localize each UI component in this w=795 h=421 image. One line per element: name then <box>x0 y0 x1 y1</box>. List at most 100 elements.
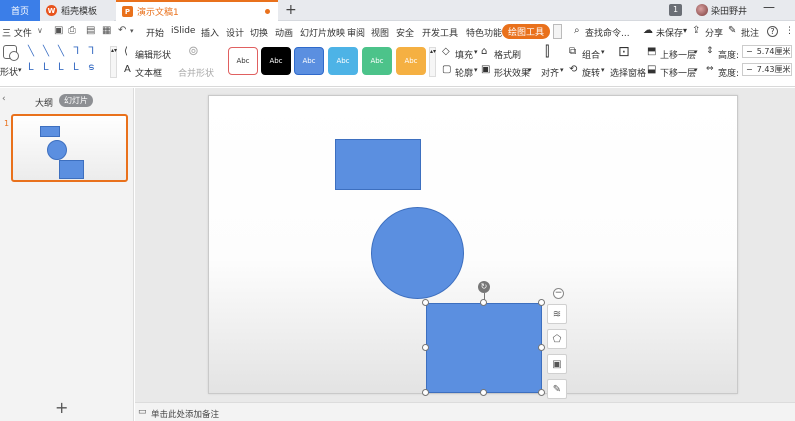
collapse-panel-icon[interactable]: ‹ <box>2 94 6 104</box>
fill-button[interactable]: 填充 <box>455 48 473 61</box>
print-preview-icon[interactable]: ⎙ <box>68 25 76 36</box>
username[interactable]: 染田野井 <box>711 4 747 17</box>
arrow-line-icon[interactable]: ╲ <box>43 46 49 57</box>
align-button[interactable]: 对齐 <box>541 66 559 79</box>
menu-developer[interactable]: 开发工具 <box>422 26 458 39</box>
selection-pane-button[interactable]: 选择窗格 <box>610 66 646 79</box>
search-icon[interactable]: ⌕ <box>574 25 580 36</box>
menu-security[interactable]: 安全 <box>396 26 414 39</box>
fill-dropdown-icon[interactable]: ▾ <box>474 48 478 56</box>
comment-button[interactable]: 批注 <box>741 26 759 39</box>
elbow-double-arrow-icon[interactable]: ᒪ <box>28 62 34 73</box>
menu-slideshow[interactable]: 幻灯片放映 <box>300 26 345 39</box>
shape-style-2[interactable]: Abc <box>261 47 291 75</box>
menu-start[interactable]: 开始 <box>146 26 164 39</box>
resize-handle-nw[interactable] <box>422 299 429 306</box>
export-icon[interactable]: ▦ <box>102 25 111 36</box>
notes-placeholder[interactable]: 单击此处添加备注 <box>151 408 219 420</box>
menu-transition[interactable]: 切换 <box>250 26 268 39</box>
curve-connector-icon[interactable]: ᒪ <box>43 62 49 73</box>
minimize-button[interactable]: — <box>763 0 775 14</box>
resize-handle-n[interactable] <box>480 299 487 306</box>
help-button[interactable]: ? <box>767 26 778 37</box>
curve-double-arrow-icon[interactable]: ᒪ <box>73 62 79 73</box>
width-decrement-icon[interactable]: − <box>746 65 753 74</box>
menu-file[interactable]: 三 文件 <box>2 26 32 39</box>
shape-effect-dropdown-icon[interactable]: ▾ <box>528 66 532 74</box>
print-icon[interactable]: ▤ <box>86 25 95 36</box>
undo-icon[interactable]: ↶ <box>118 25 126 36</box>
menu-features[interactable]: 特色功能 <box>466 26 502 39</box>
shape-style-6[interactable]: Abc <box>396 47 426 75</box>
slide-thumbnail[interactable] <box>11 114 128 182</box>
send-backward-button[interactable]: 下移一层 <box>660 66 696 79</box>
format-painter-button[interactable]: 格式刷 <box>494 48 521 61</box>
collapse-toolbar-icon[interactable]: − <box>553 288 564 299</box>
style-gallery-scroll-icon[interactable]: ▴▾ <box>429 47 436 77</box>
resize-handle-w[interactable] <box>422 344 429 351</box>
shape-style-1[interactable]: Abc <box>228 47 258 75</box>
shape-style-4[interactable]: Abc <box>328 47 358 75</box>
menu-review[interactable]: 审阅 <box>347 26 365 39</box>
shape-style-3[interactable]: Abc <box>294 47 324 75</box>
chevron-down-icon[interactable]: ∨ <box>37 26 43 35</box>
menu-islide[interactable]: iSlide <box>171 26 195 36</box>
outline-dropdown-icon[interactable]: ▾ <box>474 66 478 74</box>
tab-home[interactable]: 首页 <box>0 0 40 21</box>
resize-handle-s[interactable] <box>480 389 487 396</box>
bring-forward-dropdown-icon[interactable]: ▾ <box>694 48 698 56</box>
align-dropdown-icon[interactable]: ▾ <box>560 66 564 74</box>
unsaved-dropdown-icon[interactable]: ▾ <box>683 26 687 35</box>
textbox-button[interactable]: 文本框 <box>135 66 162 79</box>
freeform-icon[interactable]: ട <box>88 62 94 73</box>
notes-bar[interactable]: ▭ 单击此处添加备注 <box>135 402 795 421</box>
ribbon-collapse-button[interactable] <box>553 24 562 39</box>
window-count-badge[interactable]: 1 <box>669 4 682 16</box>
more-button[interactable]: ⋮ <box>785 26 794 36</box>
menu-insert[interactable]: 插入 <box>201 26 219 39</box>
elbow-connector-icon[interactable]: ᒣ <box>73 46 79 57</box>
menu-view[interactable]: 视图 <box>371 26 389 39</box>
edit-shape-button[interactable]: 编辑形状 <box>135 48 171 61</box>
menu-design[interactable]: 设计 <box>226 26 244 39</box>
resize-handle-e[interactable] <box>538 344 545 351</box>
line-shape-gallery[interactable]: ╲ ╲ ╲ ᒣ ᒣ ᒪ ᒪ ᒪ ᒪ ട <box>26 46 112 78</box>
shape-fill-icon[interactable]: ⬠ <box>547 329 567 349</box>
shape-dropdown-icon[interactable]: ▾ <box>18 66 22 74</box>
height-decrement-icon[interactable]: − <box>746 47 753 56</box>
layers-icon[interactable]: ≋ <box>547 304 567 324</box>
menu-animation[interactable]: 动画 <box>275 26 293 39</box>
selected-rectangle-shape[interactable] <box>426 303 542 393</box>
shape-style-5[interactable]: Abc <box>362 47 392 75</box>
resize-handle-se[interactable] <box>538 389 545 396</box>
send-backward-dropdown-icon[interactable]: ▾ <box>694 66 698 74</box>
group-dropdown-icon[interactable]: ▾ <box>601 48 605 56</box>
group-button[interactable]: 组合 <box>582 48 600 61</box>
rotate-handle-icon[interactable]: ↻ <box>478 281 490 293</box>
unsaved-status[interactable]: 未保存 <box>656 26 683 39</box>
gallery-scroll-icon[interactable]: ▴▾ <box>110 46 117 78</box>
new-tab-button[interactable]: + <box>285 2 297 18</box>
elbow-arrow-icon[interactable]: ᒣ <box>88 46 94 57</box>
avatar[interactable] <box>696 4 708 16</box>
tab-slides[interactable]: 幻灯片 <box>59 94 93 107</box>
menu-drawing-tools[interactable]: 绘图工具 <box>502 24 551 39</box>
outline-button[interactable]: 轮廓 <box>455 66 473 79</box>
height-input[interactable]: − 5.74厘米 <box>742 45 792 58</box>
curve-arrow-icon[interactable]: ᒪ <box>58 62 64 73</box>
tab-document[interactable]: P 演示文稿1 <box>116 0 278 21</box>
undo-dropdown-icon[interactable]: ▾ <box>130 27 134 35</box>
circle-shape[interactable] <box>371 207 464 299</box>
save-icon[interactable]: ▣ <box>54 25 63 36</box>
double-arrow-line-icon[interactable]: ╲ <box>58 46 64 57</box>
shape-outline-icon[interactable]: ▣ <box>547 354 567 374</box>
rectangle-shape[interactable] <box>335 139 421 190</box>
width-input[interactable]: − 7.43厘米 <box>742 63 792 76</box>
add-slide-button[interactable]: + <box>55 398 68 417</box>
resize-handle-sw[interactable] <box>422 389 429 396</box>
merge-shape-button[interactable]: 合并形状 <box>178 66 214 79</box>
shape-button[interactable]: 形状 <box>0 65 18 78</box>
pen-icon[interactable]: ✎ <box>547 379 567 399</box>
search-command[interactable]: 查找命令... <box>585 26 630 39</box>
tab-outline[interactable]: 大纲 <box>35 96 53 109</box>
